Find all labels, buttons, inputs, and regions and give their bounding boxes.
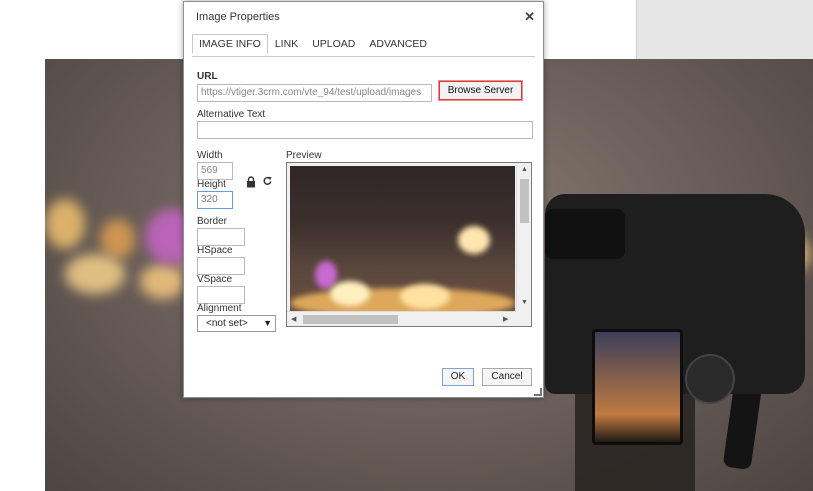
alignment-select[interactable]: <not set> ▼ — [197, 315, 276, 332]
preview-horizontal-scrollbar[interactable]: ◀ ▶ — [287, 311, 516, 326]
tab-upload[interactable]: UPLOAD — [305, 34, 362, 54]
resize-handle[interactable] — [534, 388, 542, 396]
width-input[interactable]: 569 — [197, 162, 233, 180]
vspace-input[interactable] — [197, 286, 245, 304]
border-input[interactable] — [197, 228, 245, 246]
preview-image — [290, 166, 515, 311]
border-label: Border — [197, 216, 228, 227]
dialog-title: Image Properties — [196, 11, 280, 23]
ok-button[interactable]: OK — [442, 368, 474, 386]
chevron-down-icon: ▼ — [263, 318, 272, 328]
page-side-panel — [636, 0, 813, 59]
tab-divider — [192, 56, 535, 57]
browse-server-button[interactable]: Browse Server — [438, 80, 523, 101]
tab-image-info[interactable]: IMAGE INFO — [192, 34, 268, 54]
vspace-label: VSpace — [197, 274, 233, 285]
height-input[interactable]: 320 — [197, 191, 233, 209]
tab-advanced[interactable]: ADVANCED — [362, 34, 434, 54]
url-label: URL — [197, 71, 218, 82]
tab-bar: IMAGE INFO LINK UPLOAD ADVANCED — [192, 34, 434, 55]
image-properties-dialog: Image Properties ✕ IMAGE INFO LINK UPLOAD A… — [183, 1, 544, 398]
preview-vertical-scrollbar[interactable]: ▲ ▼ — [516, 163, 531, 311]
hspace-label: HSpace — [197, 245, 233, 256]
height-label: Height — [197, 179, 226, 190]
preview-label: Preview — [286, 150, 322, 161]
cancel-button[interactable]: Cancel — [482, 368, 532, 386]
url-input[interactable]: https://vtiger.3crm.com/vte_94/test/uplo… — [197, 84, 432, 102]
lock-icon[interactable] — [246, 176, 256, 188]
alt-text-input[interactable] — [197, 121, 533, 139]
refresh-icon[interactable] — [262, 175, 273, 187]
tab-link[interactable]: LINK — [268, 34, 305, 54]
image-preview: ▲ ▼ ◀ ▶ — [286, 162, 532, 327]
close-icon[interactable]: ✕ — [524, 9, 535, 25]
alignment-value: <not set> — [206, 318, 248, 329]
hspace-input[interactable] — [197, 257, 245, 275]
alt-text-label: Alternative Text — [197, 109, 266, 120]
alignment-label: Alignment — [197, 303, 242, 314]
width-label: Width — [197, 150, 223, 161]
